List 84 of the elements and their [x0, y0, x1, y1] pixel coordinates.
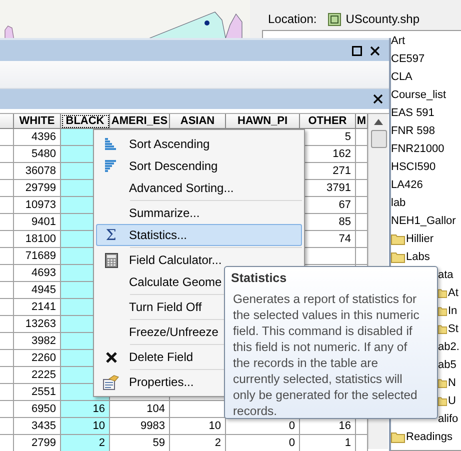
row-header-cell[interactable]: [0, 367, 14, 384]
folder-icon: [391, 233, 405, 245]
tree-item[interactable]: St: [448, 321, 458, 337]
menu-item[interactable]: Advanced Sorting...: [96, 177, 302, 199]
tree-item[interactable]: Labs: [406, 249, 430, 265]
column-header[interactable]: M: [356, 114, 368, 129]
column-header[interactable]: ASIAN: [170, 114, 226, 129]
row-header-cell[interactable]: [0, 333, 14, 350]
tree-item[interactable]: FNR 598: [391, 123, 436, 139]
column-header[interactable]: HAWN_PI: [226, 114, 300, 129]
close-icon[interactable]: [370, 46, 380, 56]
tree-item[interactable]: EAS 591: [391, 105, 434, 121]
row-header-cell[interactable]: [0, 418, 14, 435]
tree-item[interactable]: ab2.: [438, 339, 460, 355]
row-header-cell[interactable]: [0, 401, 14, 418]
column-header[interactable]: BLACK: [61, 114, 110, 129]
menu-item[interactable]: Sort Ascending: [96, 133, 302, 155]
tree-item[interactable]: NEH1_Gallor: [391, 213, 456, 229]
tree-item[interactable]: lab: [391, 195, 406, 211]
tree-item[interactable]: Hillier: [406, 231, 434, 247]
table-cell: 0: [226, 435, 300, 451]
menu-item[interactable]: Σ Statistics...: [96, 224, 302, 246]
row-header-cell[interactable]: [0, 129, 14, 146]
maximize-icon[interactable]: [352, 46, 362, 56]
tooltip-text: Generates a report of statistics for the selected values in this numeric field. This command is disabled if this field is not numeric. If any of the records in the table are currently selected, statistics will only be generated for the selected records.: [233, 291, 420, 419]
delete-icon: [106, 352, 116, 362]
scroll-up-icon[interactable]: [374, 119, 383, 125]
column-header[interactable]: WHITE: [14, 114, 61, 129]
row-header-cell[interactable]: [0, 248, 14, 265]
location-field[interactable]: UScounty.shp: [324, 12, 423, 26]
tree-item[interactable]: U: [448, 393, 456, 409]
tree-item[interactable]: alifo: [438, 411, 458, 427]
column-header[interactable]: OTHER: [300, 114, 356, 129]
row-header-cell[interactable]: [0, 231, 14, 248]
sort-descending-icon: [105, 160, 117, 172]
table-cell: 1: [300, 435, 356, 451]
corner-header-cell[interactable]: [0, 114, 14, 129]
sigma-icon: Σ: [106, 227, 116, 243]
menu-item[interactable]: Summarize...: [96, 202, 302, 224]
table-cell: 9983: [110, 418, 170, 435]
tree-item[interactable]: FNR21000: [391, 141, 444, 157]
row-header-cell[interactable]: [0, 180, 14, 197]
scroll-thumb[interactable]: [370, 130, 386, 148]
row-header-cell[interactable]: [0, 197, 14, 214]
row-header-cell[interactable]: [0, 163, 14, 180]
tooltip-title: Statistics: [231, 271, 288, 285]
tree-item[interactable]: LA426: [391, 177, 423, 193]
folder-icon: [391, 431, 405, 443]
table-cell: 104: [110, 401, 170, 418]
tree-item[interactable]: Course_list: [391, 87, 446, 103]
close-icon[interactable]: [373, 94, 383, 104]
tree-item[interactable]: At: [448, 285, 458, 301]
properties-icon: [103, 374, 119, 390]
sort-ascending-icon: [105, 138, 117, 150]
tree-item[interactable]: Art: [391, 33, 406, 49]
menu-item[interactable]: Sort Descending: [96, 155, 302, 177]
column-header[interactable]: AMERI_ES: [110, 114, 170, 129]
row-header-cell[interactable]: [0, 384, 14, 401]
row-header-cell[interactable]: [0, 282, 14, 299]
row-header-cell[interactable]: [0, 316, 14, 333]
row-header-cell[interactable]: [0, 146, 14, 163]
shapefile-icon: [328, 12, 341, 26]
calculator-icon: [104, 252, 118, 268]
tree-item[interactable]: HSCI590: [391, 159, 436, 175]
tree-item[interactable]: ab5: [438, 357, 456, 373]
tree-item[interactable]: Readings: [406, 429, 452, 445]
tree-item[interactable]: CLA: [391, 69, 412, 85]
table-cell: 2: [170, 435, 226, 451]
location-label: Location:: [268, 12, 317, 26]
table-cell: 10: [170, 418, 226, 435]
table-cell: 16: [61, 401, 110, 418]
table-cell: 10: [61, 418, 110, 435]
tree-item[interactable]: N: [448, 375, 456, 391]
row-header-cell[interactable]: [0, 299, 14, 316]
tree-item[interactable]: CE597: [391, 51, 425, 67]
table-cell: 59: [110, 435, 170, 451]
row-header-cell[interactable]: [0, 265, 14, 282]
row-header-cell[interactable]: [0, 214, 14, 231]
table-cell: 2: [61, 435, 110, 451]
menu-item[interactable]: Field Calculator...: [96, 249, 302, 271]
row-header-cell[interactable]: [0, 350, 14, 367]
tree-item[interactable]: In: [448, 303, 458, 319]
tree-item[interactable]: ata: [438, 267, 454, 283]
folder-icon: [391, 251, 405, 263]
